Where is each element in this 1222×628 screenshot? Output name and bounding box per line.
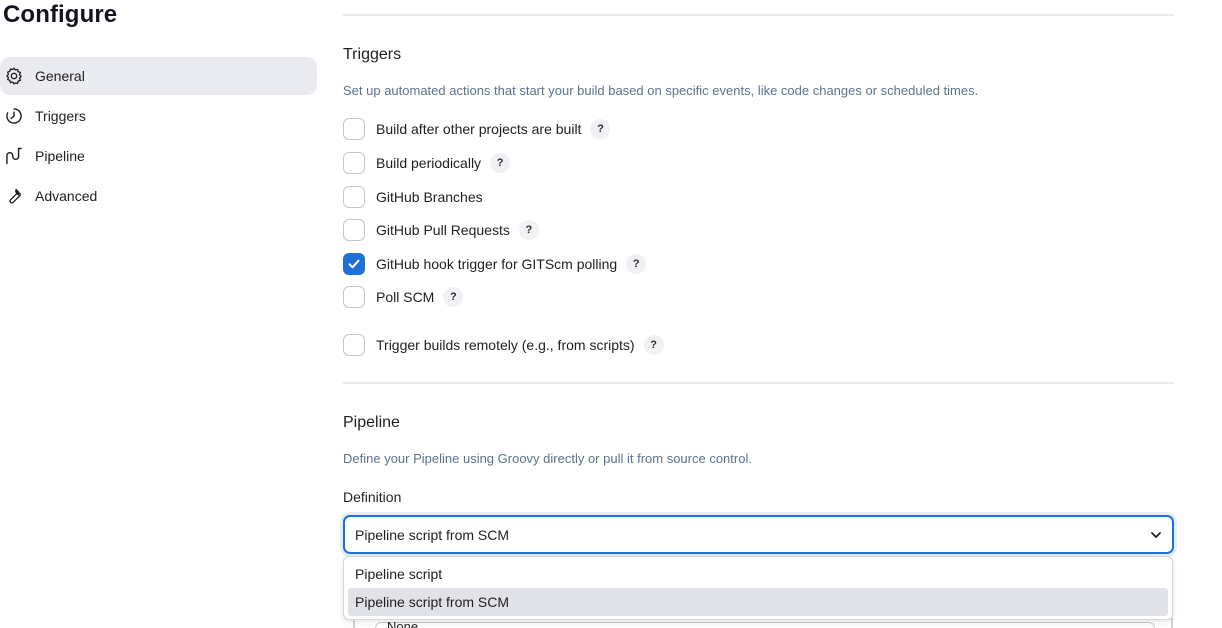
triggers-section-description: Set up automated actions that start your… (343, 83, 979, 98)
checkbox[interactable] (343, 186, 365, 208)
checkbox[interactable] (343, 286, 365, 308)
trigger-option-poll-scm: Poll SCM ? (343, 285, 464, 309)
sidebar-item-label: Triggers (35, 108, 86, 124)
sidebar-item-label: General (35, 68, 85, 84)
sidebar-nav: General Triggers Pipeline Advanced (0, 57, 317, 217)
trigger-label: Build after other projects are built (376, 121, 582, 137)
help-icon[interactable]: ? (590, 119, 611, 139)
sidebar-item-label: Advanced (35, 188, 98, 204)
pipeline-section-title: Pipeline (343, 414, 400, 431)
help-icon[interactable]: ? (518, 220, 539, 240)
triggers-section-title: Triggers (343, 46, 402, 63)
trigger-label: Poll SCM (376, 289, 435, 305)
section-divider (343, 382, 1174, 384)
checkbox[interactable] (343, 219, 365, 241)
wrench-icon (3, 185, 25, 207)
checkbox[interactable] (343, 118, 365, 140)
help-icon[interactable]: ? (443, 287, 464, 307)
scm-select[interactable] (375, 622, 1155, 628)
sidebar-item-general[interactable]: General (0, 57, 317, 95)
definition-dropdown-list: Pipeline script Pipeline script from SCM (343, 556, 1173, 620)
trigger-label: GitHub Pull Requests (376, 222, 510, 238)
trigger-label: Trigger builds remotely (e.g., from scri… (376, 337, 635, 353)
trigger-label: GitHub Branches (376, 189, 483, 205)
checkbox[interactable] (343, 253, 365, 275)
help-icon[interactable]: ? (643, 335, 664, 355)
trigger-option-trigger-builds-remotely: Trigger builds remotely (e.g., from scri… (343, 333, 664, 357)
section-divider (343, 14, 1174, 16)
sidebar-item-pipeline[interactable]: Pipeline (0, 137, 317, 175)
definition-label: Definition (343, 489, 402, 505)
trigger-label: GitHub hook trigger for GITScm polling (376, 256, 618, 272)
sidebar-item-advanced[interactable]: Advanced (0, 177, 317, 215)
dropdown-option-pipeline-script-from-scm[interactable]: Pipeline script from SCM (348, 588, 1168, 616)
trigger-label: Build periodically (376, 155, 482, 171)
chevron-down-icon (1151, 532, 1161, 538)
trigger-option-github-branches: GitHub Branches (343, 185, 483, 209)
help-icon[interactable]: ? (490, 153, 511, 173)
pipeline-icon (3, 145, 25, 167)
pipeline-section-description: Define your Pipeline using Groovy direct… (343, 451, 752, 466)
sidebar-item-label: Pipeline (35, 148, 85, 164)
sidebar-item-triggers[interactable]: Triggers (0, 97, 317, 135)
timer-icon (3, 105, 25, 127)
trigger-option-github-pull-requests: GitHub Pull Requests ? (343, 218, 539, 242)
dropdown-option-pipeline-script[interactable]: Pipeline script (348, 560, 1168, 588)
gear-icon (3, 65, 25, 87)
checkmark-icon (348, 259, 360, 269)
scm-select-value: None (387, 619, 419, 628)
checkbox[interactable] (343, 152, 365, 174)
checkbox[interactable] (343, 334, 365, 356)
trigger-option-build-after-other-projects: Build after other projects are built ? (343, 117, 611, 141)
trigger-option-github-hook-trigger: GitHub hook trigger for GITScm polling ? (343, 252, 647, 276)
help-icon[interactable]: ? (626, 254, 647, 274)
trigger-option-build-periodically: Build periodically ? (343, 151, 511, 175)
definition-select[interactable]: Pipeline script from SCM (343, 515, 1174, 554)
definition-select-value: Pipeline script from SCM (355, 526, 510, 543)
page-title: Configure (3, 1, 118, 28)
